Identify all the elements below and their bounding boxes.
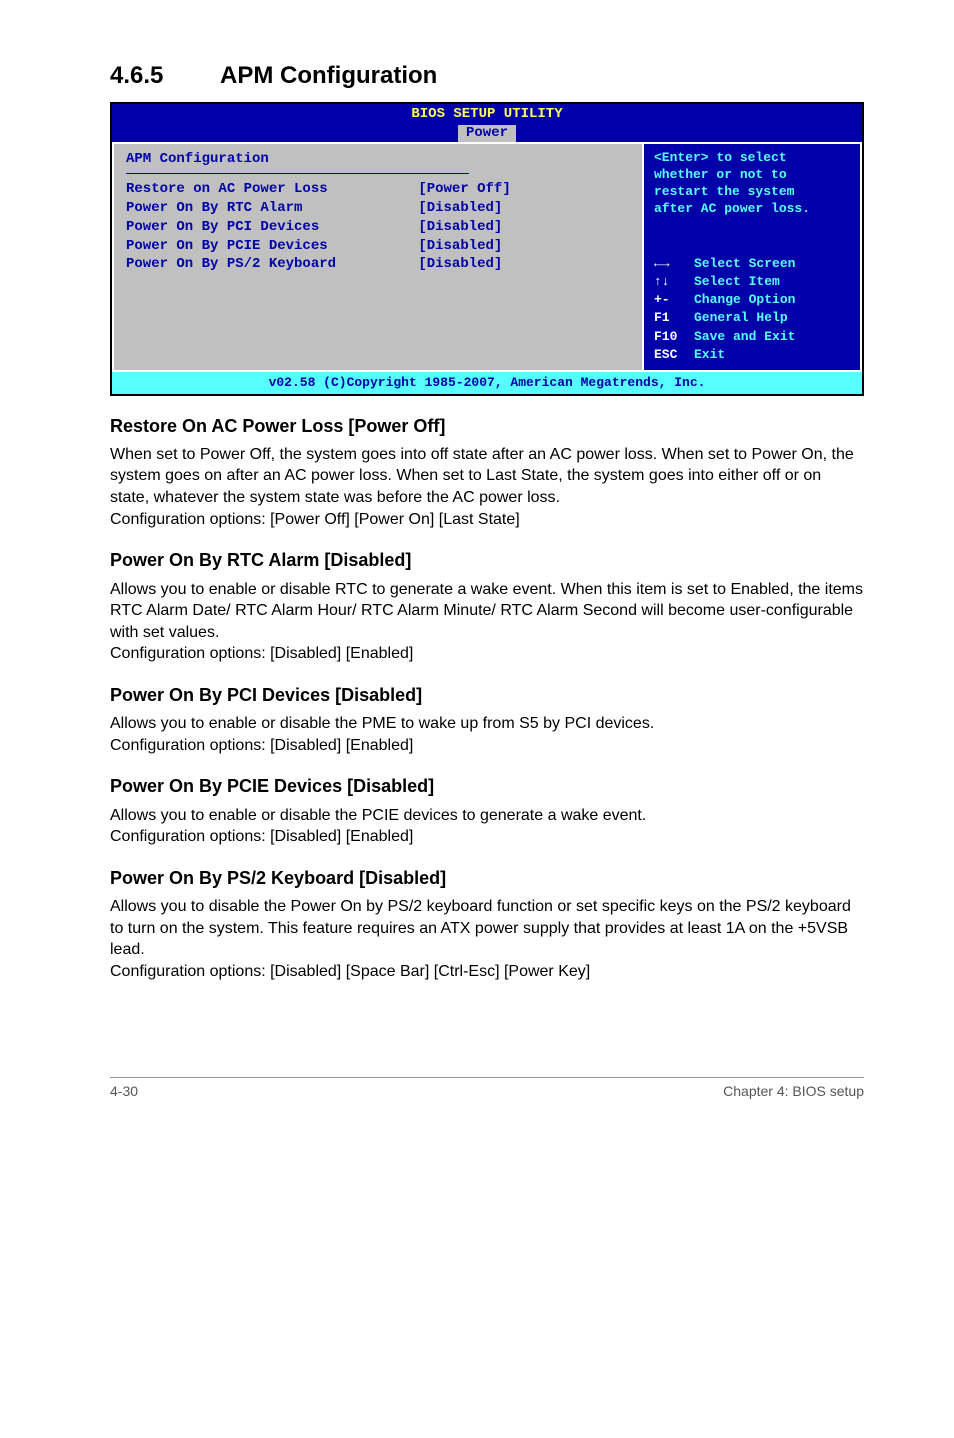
bios-nav-row: +-Change Option [654, 291, 850, 309]
subsection-heading: Power On By PCIE Devices [Disabled] [110, 774, 864, 798]
section-title: 4.6.5APM Configuration [110, 60, 864, 92]
page-footer: 4-30 Chapter 4: BIOS setup [110, 1077, 864, 1101]
bios-panel-title: APM Configuration [126, 150, 630, 169]
bios-right-panel: <Enter> to select whether or not to rest… [642, 142, 862, 372]
bios-screenshot: BIOS SETUP UTILITY Power APM Configurati… [110, 102, 864, 395]
bios-nav-row: ↑↓Select Item [654, 273, 850, 291]
nav-key: F1 [654, 309, 694, 327]
subsection-body: Allows you to enable or disable the PME … [110, 713, 864, 756]
bios-row: Power On By PS/2 Keyboard[Disabled] [126, 255, 630, 274]
bios-row-value: [Power Off] [418, 180, 630, 199]
bios-nav-row: F10Save and Exit [654, 328, 850, 346]
nav-desc: Exit [694, 346, 850, 364]
subsection-heading: Power On By PCI Devices [Disabled] [110, 683, 864, 707]
subsection-body: Allows you to enable or disable the PCIE… [110, 805, 864, 848]
section-name: APM Configuration [220, 62, 437, 89]
subsection-body: When set to Power Off, the system goes i… [110, 444, 864, 530]
nav-key: ESC [654, 346, 694, 364]
bios-row: Restore on AC Power Loss[Power Off] [126, 180, 630, 199]
page-number: 4-30 [110, 1082, 138, 1101]
nav-desc: Save and Exit [694, 328, 850, 346]
bios-divider [126, 173, 469, 174]
bios-nav-row: ←→Select Screen [654, 255, 850, 273]
nav-desc: Select Screen [694, 255, 850, 273]
subsection-heading: Power On By RTC Alarm [Disabled] [110, 548, 864, 572]
subsection-body: Allows you to disable the Power On by PS… [110, 896, 864, 982]
nav-key: +- [654, 291, 694, 309]
bios-row-label: Power On By RTC Alarm [126, 199, 418, 218]
subsection-heading: Restore On AC Power Loss [Power Off] [110, 414, 864, 438]
bios-row-value: [Disabled] [418, 218, 630, 237]
nav-desc: Change Option [694, 291, 850, 309]
bios-row-label: Power On By PCI Devices [126, 218, 418, 237]
bios-nav-row: F1General Help [654, 309, 850, 327]
bios-row-label: Power On By PS/2 Keyboard [126, 255, 418, 274]
chapter-title: Chapter 4: BIOS setup [723, 1082, 864, 1101]
bios-left-panel: APM Configuration Restore on AC Power Lo… [112, 142, 642, 372]
bios-row-label: Restore on AC Power Loss [126, 180, 418, 199]
bios-right-help: <Enter> to select whether or not to rest… [654, 150, 850, 218]
bios-nav-block: ←→Select Screen ↑↓Select Item +-Change O… [654, 255, 850, 364]
bios-tab: Power [458, 125, 516, 142]
nav-key: F10 [654, 328, 694, 346]
subsection-body: Allows you to enable or disable RTC to g… [110, 579, 864, 665]
nav-key: ←→ [654, 255, 694, 273]
bios-row: Power On By PCIE Devices[Disabled] [126, 237, 630, 256]
nav-desc: General Help [694, 309, 850, 327]
nav-key: ↑↓ [654, 273, 694, 291]
section-number: 4.6.5 [110, 60, 220, 92]
bios-row-value: [Disabled] [418, 255, 630, 274]
bios-nav-row: ESCExit [654, 346, 850, 364]
bios-row-label: Power On By PCIE Devices [126, 237, 418, 256]
bios-row-value: [Disabled] [418, 199, 630, 218]
bios-row: Power On By RTC Alarm[Disabled] [126, 199, 630, 218]
bios-row: Power On By PCI Devices[Disabled] [126, 218, 630, 237]
bios-header-text: BIOS SETUP UTILITY [411, 106, 562, 122]
bios-header: BIOS SETUP UTILITY Power [112, 104, 862, 142]
bios-row-value: [Disabled] [418, 237, 630, 256]
bios-footer: v02.58 (C)Copyright 1985-2007, American … [112, 372, 862, 394]
nav-desc: Select Item [694, 273, 850, 291]
subsection-heading: Power On By PS/2 Keyboard [Disabled] [110, 866, 864, 890]
